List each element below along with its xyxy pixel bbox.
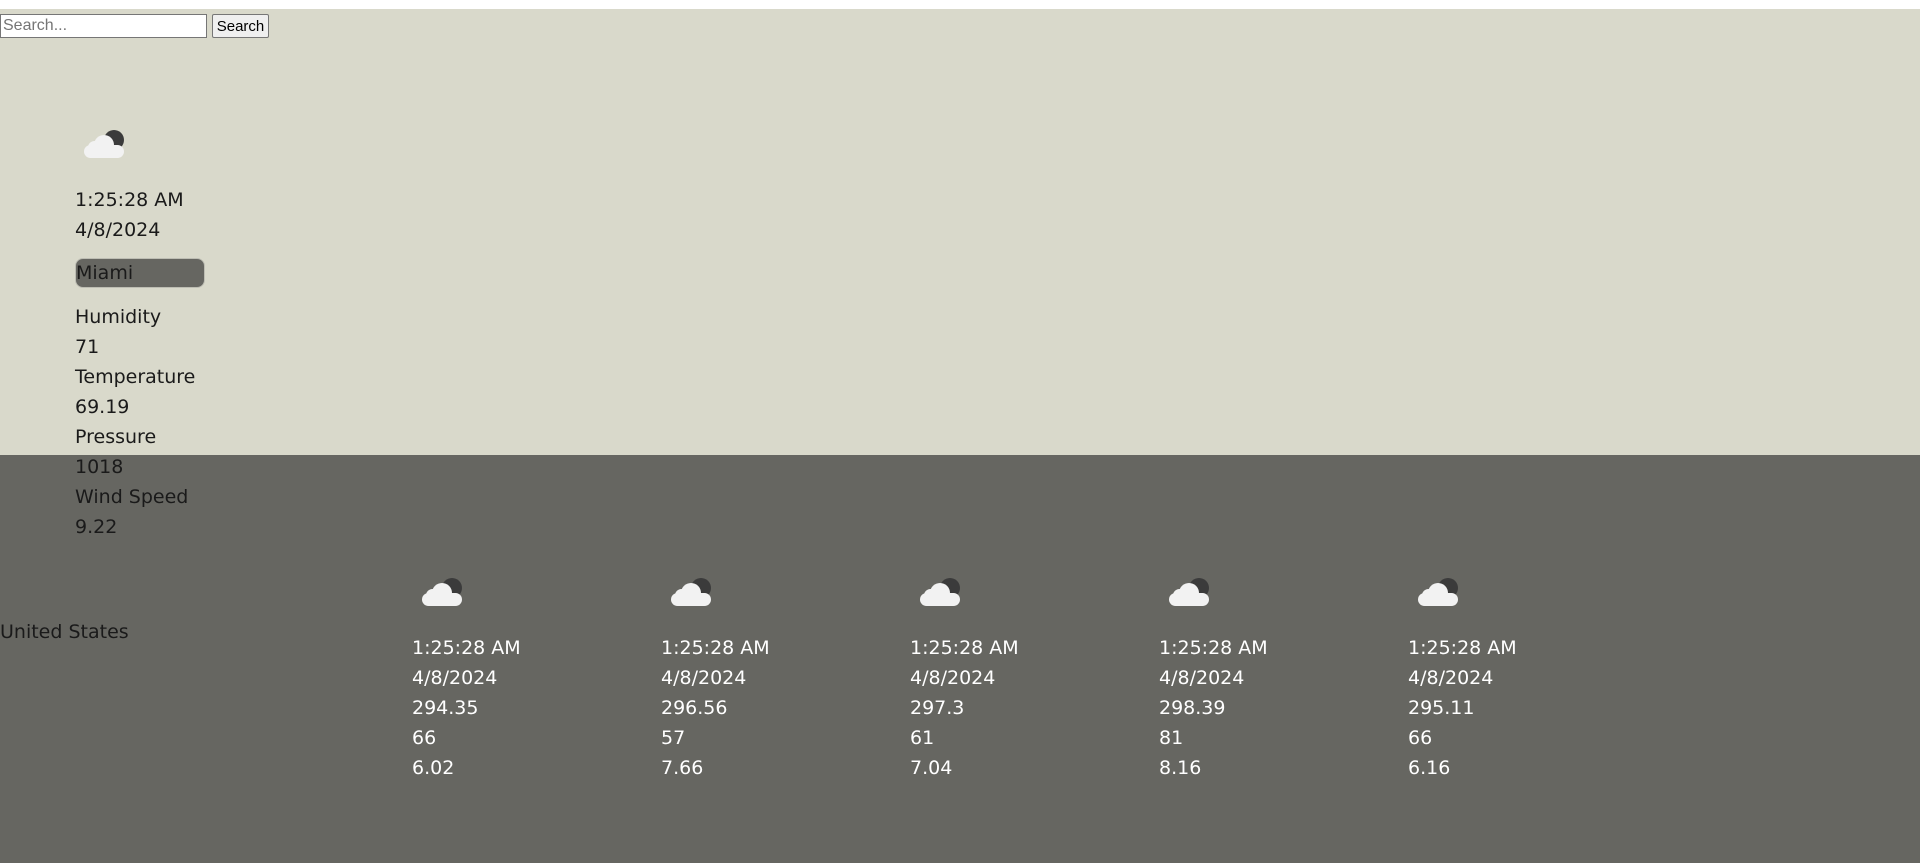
forecast-time: 1:25:28 AM: [1159, 637, 1268, 659]
current-time: 1:25:28 AM: [75, 189, 184, 211]
forecast-date: 4/8/2024: [910, 667, 996, 689]
pressure-value: 1018: [75, 456, 124, 478]
forecast-date: 4/8/2024: [1408, 667, 1494, 689]
forecast-time: 1:25:28 AM: [412, 637, 521, 659]
forecast-temperature: 294.35: [412, 697, 479, 719]
temperature-label: Temperature: [75, 366, 196, 388]
wind-speed-label: Wind Speed: [75, 486, 189, 508]
country-name: United States: [0, 621, 129, 643]
forecast-humidity: 81: [1159, 727, 1184, 749]
humidity-label: Humidity: [75, 306, 162, 328]
wind-speed-value: 9.22: [75, 516, 118, 538]
search-input[interactable]: [0, 14, 207, 38]
humidity-value: 71: [75, 336, 100, 358]
forecast-item: 1:25:28 AM 4/8/2024 296.56 57 7.66: [661, 576, 861, 786]
cloud-moon-icon: [920, 576, 964, 608]
forecast-temperature: 296.56: [661, 697, 728, 719]
cloud-moon-icon: [84, 128, 128, 160]
forecast-humidity: 66: [412, 727, 437, 749]
cloud-moon-icon: [1169, 576, 1213, 608]
forecast-time: 1:25:28 AM: [910, 637, 1019, 659]
cloud-moon-icon: [422, 576, 466, 608]
forecast-temperature: 295.11: [1408, 697, 1475, 719]
forecast-wind-speed: 7.04: [910, 757, 953, 779]
cloud-moon-icon: [671, 576, 715, 608]
forecast-temperature: 297.3: [910, 697, 965, 719]
search-button[interactable]: Search: [212, 14, 269, 38]
forecast-date: 4/8/2024: [661, 667, 747, 689]
forecast-time: 1:25:28 AM: [1408, 637, 1517, 659]
forecast-humidity: 66: [1408, 727, 1433, 749]
forecast-temperature: 298.39: [1159, 697, 1226, 719]
forecast-humidity: 57: [661, 727, 686, 749]
forecast-item: 1:25:28 AM 4/8/2024 298.39 81 8.16: [1159, 576, 1359, 786]
forecast-wind-speed: 8.16: [1159, 757, 1202, 779]
forecast-date: 4/8/2024: [412, 667, 498, 689]
cloud-moon-icon: [1418, 576, 1462, 608]
forecast-date: 4/8/2024: [1159, 667, 1245, 689]
current-date: 4/8/2024: [75, 219, 161, 241]
pressure-label: Pressure: [75, 426, 157, 448]
forecast-wind-speed: 6.02: [412, 757, 455, 779]
forecast-wind-speed: 6.16: [1408, 757, 1451, 779]
forecast-humidity: 61: [910, 727, 935, 749]
forecast-item: 1:25:28 AM 4/8/2024 295.11 66 6.16: [1408, 576, 1608, 786]
temperature-value: 69.19: [75, 396, 130, 418]
forecast-item: 1:25:28 AM 4/8/2024 297.3 61 7.04: [910, 576, 1110, 786]
forecast-wind-speed: 7.66: [661, 757, 704, 779]
city-name: Miami: [75, 258, 205, 288]
top-strip: [0, 0, 1920, 9]
forecast-time: 1:25:28 AM: [661, 637, 770, 659]
forecast-item: 1:25:28 AM 4/8/2024 294.35 66 6.02: [412, 576, 612, 786]
current-weather-panel: [0, 9, 1920, 455]
